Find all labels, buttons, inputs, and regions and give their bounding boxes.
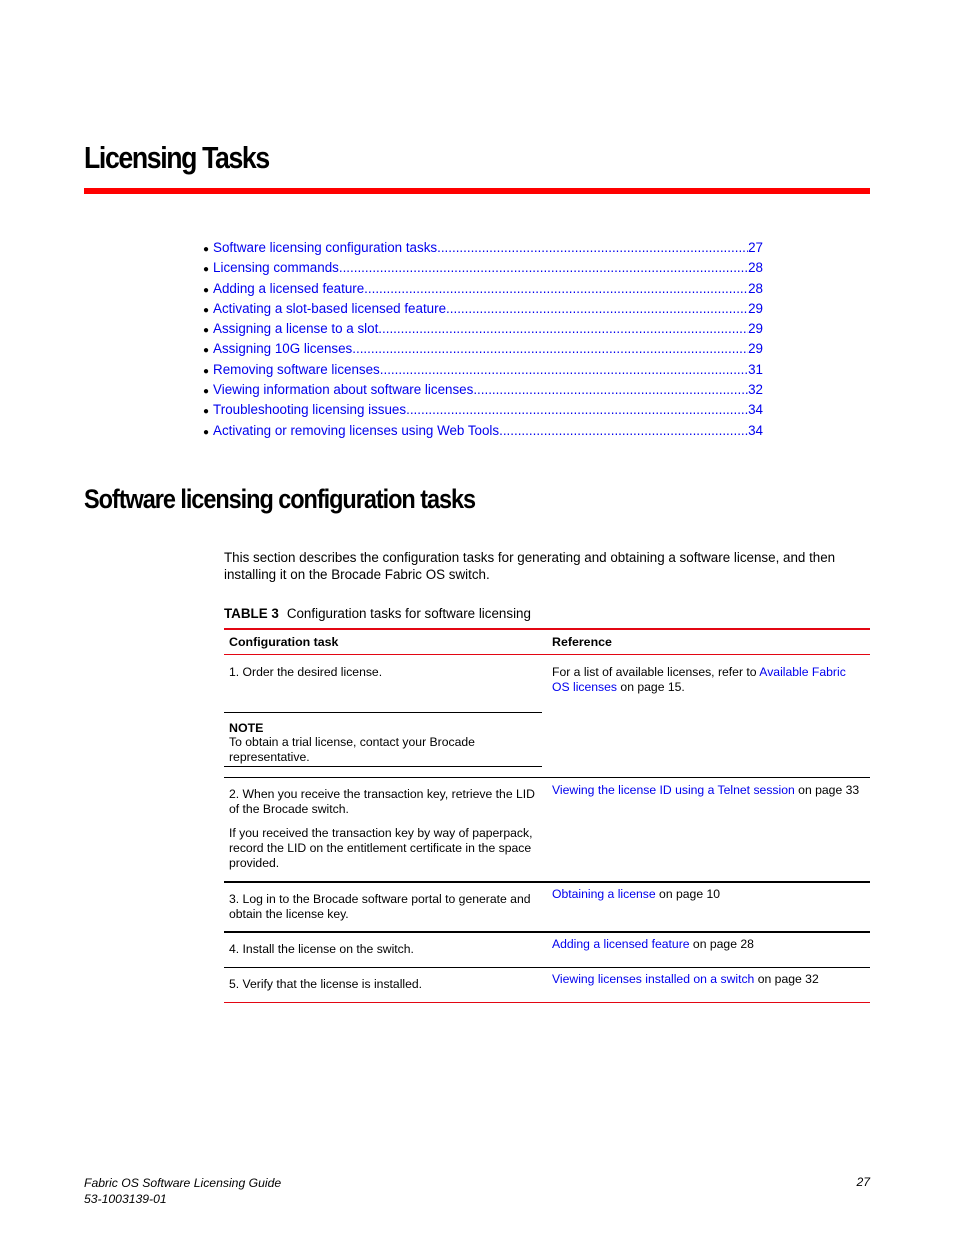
toc-item[interactable]: ● Removing software licenses 31 [203,362,763,382]
toc-item-label[interactable]: Assigning a license to a slot [213,321,378,336]
toc-item-page[interactable]: 29 [748,321,763,336]
column-header-reference: Reference [552,635,612,649]
toc-item[interactable]: ● Software licensing configuration tasks… [203,240,763,260]
toc-leader-dots [378,321,748,336]
table-top-rule [224,628,870,630]
reference-text: on page 10 [655,887,721,901]
toc-item[interactable]: ● Viewing information about software lic… [203,382,763,402]
note-bottom-rule [224,766,542,767]
toc-leader-dots [473,382,748,397]
row-4-reference: Adding a licensed feature on page 28 [552,937,864,952]
toc-item[interactable]: ● Assigning 10G licenses 29 [203,341,763,361]
table-bottom-rule [224,1002,870,1003]
toc-item[interactable]: ● Activating or removing licenses using … [203,423,763,443]
section-title: Software licensing configuration tasks [84,484,476,514]
row-3-reference: Obtaining a license on page 10 [552,887,864,902]
bullet-icon: ● [203,325,210,337]
toc-item-page[interactable]: 28 [748,281,763,296]
reference-text: on page 33 [794,783,860,797]
chapter-title-rule [84,188,870,194]
row-2-task-extra: If you received the transaction key by w… [229,826,533,870]
bullet-icon: ● [203,284,210,296]
toc-leader-dots [364,281,748,296]
row-divider [224,967,870,968]
toc-item-label[interactable]: Assigning 10G licenses [213,341,352,356]
section-intro: This section describes the configuration… [224,550,836,582]
toc-item-page[interactable]: 28 [748,260,763,275]
toc-item[interactable]: ● Assigning a license to a slot 29 [203,321,763,341]
footer-doc-number: 53-1003139-01 [84,1192,167,1206]
row-5-task: 5. Verify that the license is installed. [229,977,423,991]
toc-item-page[interactable]: 31 [748,362,763,377]
footer-left: Fabric OS Software Licensing Guide 53-10… [84,1175,281,1207]
bullet-icon: ● [203,345,210,357]
toc-leader-dots [339,260,748,275]
note-text: To obtain a trial license, contact your … [229,735,475,764]
table-caption-text: Configuration tasks for software licensi… [286,606,531,621]
row-2-task: 2. When you receive the transaction key,… [229,787,535,816]
chapter-toc: ● Software licensing configuration tasks… [203,240,763,443]
reference-link[interactable]: Obtaining a license [552,887,656,901]
toc-leader-dots [437,240,748,255]
toc-item-page[interactable]: 29 [748,301,763,316]
row-2-reference: Viewing the license ID using a Telnet se… [552,783,864,798]
toc-item[interactable]: ● Troubleshooting licensing issues 34 [203,402,763,422]
toc-item-label[interactable]: Removing software licenses [213,362,380,377]
toc-leader-dots [446,301,748,316]
toc-leader-dots [352,341,748,356]
toc-item-page[interactable]: 27 [748,240,763,255]
toc-item-page[interactable]: 34 [748,423,763,438]
row-5-reference: Viewing licenses installed on a switch o… [552,972,864,987]
reference-text: For a list of available licenses, refer … [552,665,760,679]
note-top-rule [224,712,542,713]
row-4-task: 4. Install the license on the switch. [229,942,414,956]
bullet-icon: ● [203,264,210,276]
toc-item-label[interactable]: Licensing commands [213,260,339,275]
bullet-icon: ● [203,244,210,255]
bullet-icon: ● [203,406,210,418]
toc-item[interactable]: ● Licensing commands 28 [203,260,763,280]
reference-text: on page 15. [617,680,685,694]
table-caption-label: TABLE 3 [224,606,279,621]
row-1-reference: For a list of available licenses, refer … [552,665,864,695]
bullet-icon: ● [203,304,210,316]
row-1-task: 1. Order the desired license. [229,665,383,679]
toc-item-page[interactable]: 29 [748,341,763,356]
toc-item-label[interactable]: Activating or removing licenses using We… [213,423,499,438]
toc-item-label[interactable]: Activating a slot-based licensed feature [213,301,446,316]
toc-leader-dots [406,402,748,417]
toc-item-label[interactable]: Software licensing configuration tasks [213,240,437,255]
note-label: NOTE [229,721,264,735]
footer-page-number: 27 [856,1175,870,1189]
table-caption: TABLE 3 Configuration tasks for software … [224,606,531,621]
toc-item-page[interactable]: 34 [748,402,763,417]
toc-item[interactable]: ● Adding a licensed feature 28 [203,281,763,301]
toc-item[interactable]: ● Activating a slot-based licensed featu… [203,301,763,321]
toc-item-label[interactable]: Adding a licensed feature [213,281,364,296]
toc-leader-dots [380,362,748,377]
reference-link[interactable]: Adding a licensed feature [552,937,690,951]
row-divider [224,931,870,933]
toc-item-page[interactable]: 32 [748,382,763,397]
bullet-icon: ● [203,426,210,438]
header-bottom-rule [224,654,870,655]
toc-item-label[interactable]: Troubleshooting licensing issues [213,402,406,417]
bullet-icon: ● [203,365,210,377]
row-divider [224,881,870,883]
toc-item-label[interactable]: Viewing information about software licen… [213,382,473,397]
column-header-task: Configuration task [229,635,339,649]
row-divider [224,777,870,778]
toc-leader-dots [499,423,748,438]
chapter-title: Licensing Tasks [84,140,270,175]
footer-doc-title: Fabric OS Software Licensing Guide [84,1176,282,1190]
reference-link[interactable]: Viewing the license ID using a Telnet se… [552,783,795,797]
row-3-task: 3. Log in to the Brocade software portal… [229,892,531,921]
reference-link[interactable]: Viewing licenses installed on a switch [552,972,754,986]
reference-text: on page 32 [754,972,819,986]
bullet-icon: ● [203,386,210,398]
reference-text: on page 28 [689,937,754,951]
